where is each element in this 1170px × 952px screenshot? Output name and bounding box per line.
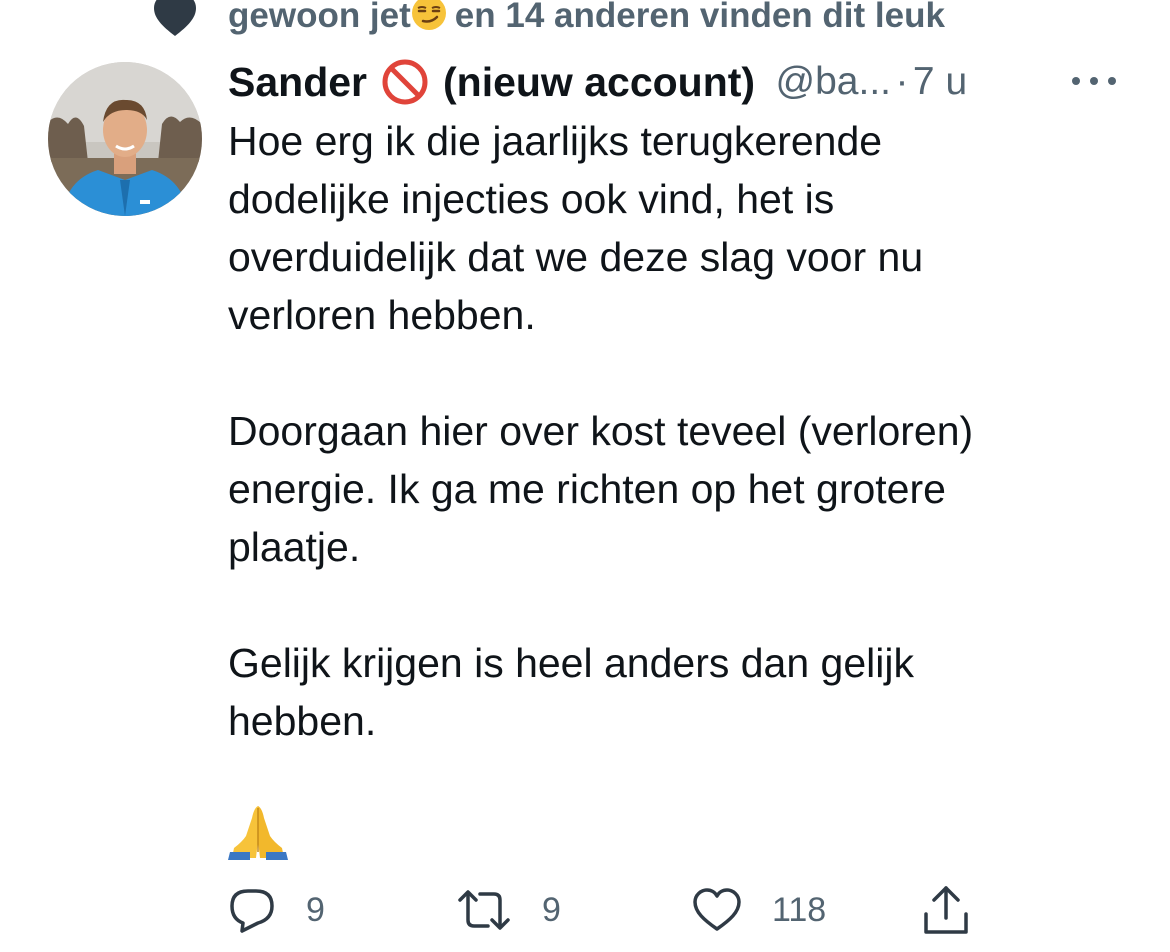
- social-context[interactable]: gewoon jet en 14 anderen vinden dit leuk: [0, 0, 1170, 46]
- smirking-face-emoji: [411, 0, 446, 30]
- no-entry-sign-emoji: [382, 59, 428, 105]
- author-handle[interactable]: @ba...: [776, 60, 891, 103]
- tweet-view: gewoon jet en 14 anderen vinden dit leuk: [0, 0, 1170, 952]
- avatar-photo: [48, 62, 202, 216]
- more-options-icon[interactable]: [1068, 66, 1120, 96]
- tweet-header: Sander (nieuw account) @ba... · 7 u: [228, 56, 1128, 108]
- retweet-count: 9: [542, 891, 561, 929]
- share-button[interactable]: [922, 880, 970, 940]
- retweet-icon: [458, 890, 510, 930]
- reply-count: 9: [306, 891, 325, 929]
- heart-icon: [693, 888, 741, 931]
- header-separator: ·: [895, 60, 909, 103]
- avatar[interactable]: [48, 62, 202, 216]
- social-context-text: gewoon jet en 14 anderen vinden dit leuk: [228, 0, 945, 36]
- like-button[interactable]: 118: [692, 880, 826, 940]
- reply-button[interactable]: 9: [228, 880, 325, 940]
- liker-name: gewoon jet: [228, 0, 411, 35]
- tweet-time[interactable]: 7 u: [913, 60, 967, 103]
- tweet-paragraph-1: Hoe erg ik die jaarlijks terugkerende do…: [228, 118, 924, 338]
- share-icon: [924, 886, 968, 934]
- tweet-actions: 9 9 118: [0, 880, 1170, 940]
- retweet-button[interactable]: 9: [456, 880, 561, 940]
- tweet-paragraph-2: Doorgaan hier over kost teveel (verloren…: [228, 408, 974, 570]
- author-suffix[interactable]: (nieuw account): [443, 59, 755, 105]
- tweet-paragraph-3: Gelijk krijgen is heel anders dan gelijk…: [228, 640, 914, 744]
- reply-icon: [230, 889, 274, 933]
- heart-filled-icon: [154, 0, 196, 36]
- folded-hands-emoji: [228, 806, 288, 860]
- author-name[interactable]: Sander: [228, 59, 367, 105]
- liker-suffix: en 14 anderen vinden dit leuk: [454, 0, 945, 35]
- like-count: 118: [772, 891, 827, 929]
